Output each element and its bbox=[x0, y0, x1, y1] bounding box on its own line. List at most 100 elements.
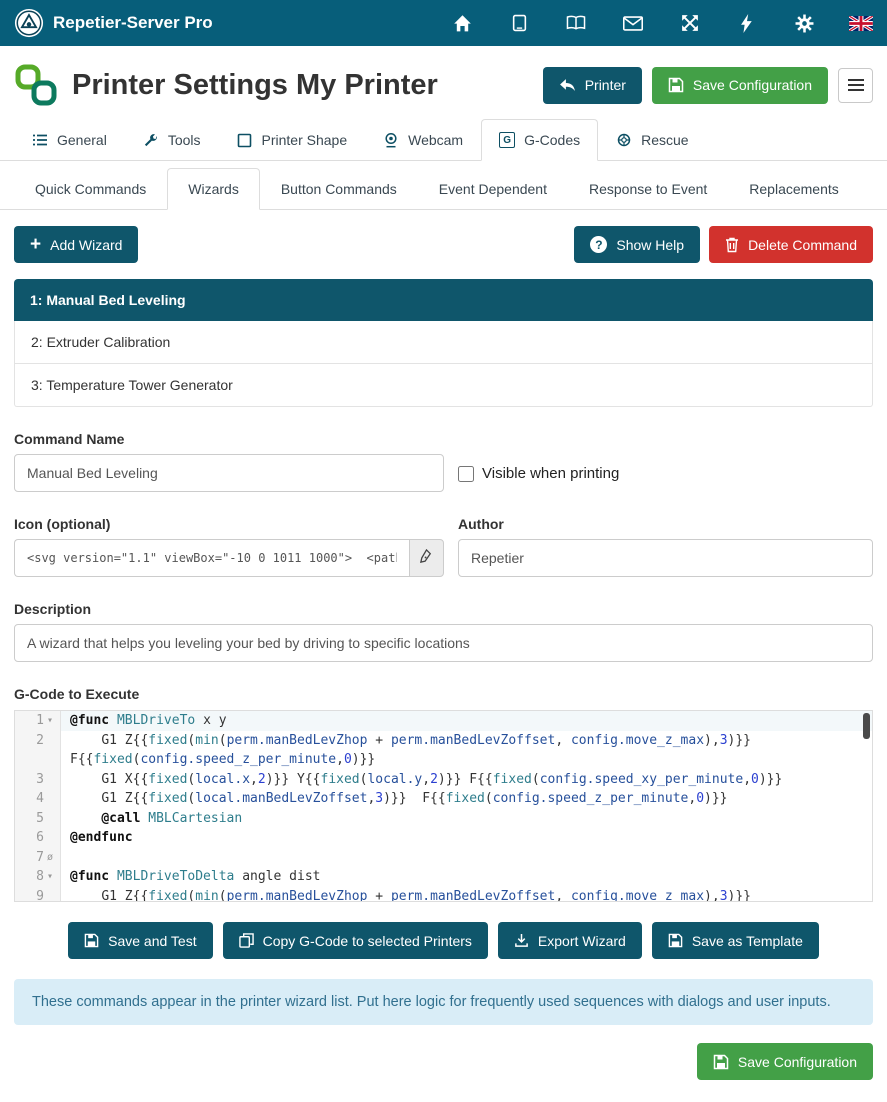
fold-marker-icon[interactable]: ▾ bbox=[47, 867, 58, 887]
tab-label: Webcam bbox=[408, 132, 463, 148]
editor-line[interactable]: 6@endfunc bbox=[15, 828, 872, 848]
screen-icon[interactable] bbox=[507, 13, 531, 33]
tab-printer-shape[interactable]: Printer Shape bbox=[219, 119, 366, 161]
tab-label: G-Codes bbox=[524, 132, 580, 148]
subtab-label: Wizards bbox=[188, 181, 239, 197]
fold-marker-icon[interactable]: ▾ bbox=[47, 711, 58, 731]
delete-command-label: Delete Command bbox=[748, 237, 857, 253]
icon-label: Icon (optional) bbox=[14, 516, 444, 532]
list-item-extruder-calibration[interactable]: 2: Extruder Calibration bbox=[14, 321, 873, 364]
description-input[interactable] bbox=[14, 624, 873, 662]
download-icon bbox=[514, 933, 529, 948]
editor-line[interactable]: 7ø bbox=[15, 848, 872, 868]
save-icon bbox=[668, 933, 683, 948]
delete-command-button[interactable]: Delete Command bbox=[709, 226, 873, 263]
save-configuration-button-bottom[interactable]: Save Configuration bbox=[697, 1043, 873, 1080]
editor-line[interactable]: 8▾@func MBLDriveToDelta angle dist bbox=[15, 867, 872, 887]
editor-gutter: 2 bbox=[15, 731, 61, 770]
list-item-manual-bed-leveling[interactable]: 1: Manual Bed Leveling bbox=[14, 279, 873, 321]
wizard-action-buttons: Save and Test Copy G-Code to selected Pr… bbox=[14, 922, 873, 959]
editor-gutter: 3 bbox=[15, 770, 61, 790]
visible-when-printing-checkbox[interactable] bbox=[458, 466, 474, 482]
pen-nib-icon bbox=[419, 549, 434, 567]
webcam-icon bbox=[383, 132, 399, 148]
wizard-toolbar: + Add Wizard ? Show Help Delete Command bbox=[0, 210, 887, 263]
info-banner: These commands appear in the printer wiz… bbox=[14, 979, 873, 1025]
gcode-icon: G bbox=[499, 132, 515, 148]
show-help-button[interactable]: ? Show Help bbox=[574, 226, 700, 263]
author-input[interactable] bbox=[458, 539, 873, 577]
editor-gutter: 5 bbox=[15, 809, 61, 829]
page-title: Printer Settings My Printer bbox=[72, 69, 529, 102]
expand-arrows-icon[interactable] bbox=[678, 13, 702, 33]
editor-line[interactable]: 5 @call MBLCartesian bbox=[15, 809, 872, 829]
gcode-to-execute-label: G-Code to Execute bbox=[14, 686, 873, 702]
icon-edit-button[interactable] bbox=[409, 539, 444, 577]
list-icon bbox=[32, 132, 48, 148]
brand-title[interactable]: Repetier-Server Pro bbox=[53, 13, 213, 33]
subtab-replacements[interactable]: Replacements bbox=[728, 168, 860, 210]
line-number: 3 bbox=[15, 770, 47, 790]
uk-flag-icon[interactable] bbox=[849, 13, 873, 33]
subtab-quick-commands[interactable]: Quick Commands bbox=[14, 168, 167, 210]
export-wizard-label: Export Wizard bbox=[538, 933, 626, 949]
save-as-template-label: Save as Template bbox=[692, 933, 803, 949]
editor-line[interactable]: 3 G1 X{{fixed(local.x,2)}} Y{{fixed(loca… bbox=[15, 770, 872, 790]
editor-scrollbar-thumb[interactable] bbox=[863, 713, 870, 739]
editor-gutter: 7ø bbox=[15, 848, 61, 868]
tab-webcam[interactable]: Webcam bbox=[365, 119, 481, 161]
gcode-editor-lines: 1▾@func MBLDriveTo x y2 G1 Z{{fixed(min(… bbox=[15, 711, 872, 902]
bolt-icon[interactable] bbox=[735, 13, 759, 33]
list-item-temperature-tower[interactable]: 3: Temperature Tower Generator bbox=[14, 364, 873, 407]
subtab-label: Button Commands bbox=[281, 181, 397, 197]
help-icon: ? bbox=[590, 236, 607, 253]
gcode-editor[interactable]: 1▾@func MBLDriveTo x y2 G1 Z{{fixed(min(… bbox=[14, 710, 873, 902]
navbar-icon-menu bbox=[450, 13, 873, 33]
fold-marker-icon: ø bbox=[47, 848, 58, 868]
subtab-wizards[interactable]: Wizards bbox=[167, 168, 260, 210]
toolbar-right-group: ? Show Help Delete Command bbox=[574, 226, 873, 263]
editor-line[interactable]: 2 G1 Z{{fixed(min(perm.manBedLevZhop + p… bbox=[15, 731, 872, 770]
book-icon[interactable] bbox=[564, 13, 588, 33]
mail-icon[interactable] bbox=[621, 13, 645, 33]
tab-label: Rescue bbox=[641, 132, 688, 148]
copy-icon bbox=[239, 933, 254, 948]
app-logo-icon[interactable] bbox=[14, 8, 44, 38]
command-name-label: Command Name bbox=[14, 431, 444, 447]
show-help-label: Show Help bbox=[616, 237, 684, 253]
tab-tools[interactable]: Tools bbox=[125, 119, 219, 161]
tab-gcodes[interactable]: G G-Codes bbox=[481, 119, 598, 161]
tab-general[interactable]: General bbox=[14, 119, 125, 161]
editor-line[interactable]: 1▾@func MBLDriveTo x y bbox=[15, 711, 872, 731]
tab-label: General bbox=[57, 132, 107, 148]
tab-rescue[interactable]: Rescue bbox=[598, 119, 706, 161]
wrench-icon bbox=[143, 132, 159, 148]
hamburger-menu-button[interactable] bbox=[838, 68, 873, 103]
line-number: 9 bbox=[15, 887, 47, 903]
home-icon[interactable] bbox=[450, 13, 474, 33]
author-label: Author bbox=[458, 516, 873, 532]
subtab-button-commands[interactable]: Button Commands bbox=[260, 168, 418, 210]
subtab-response-to-event[interactable]: Response to Event bbox=[568, 168, 728, 210]
editor-line[interactable]: 9 G1 Z{{fixed(min(perm.manBedLevZhop + p… bbox=[15, 887, 872, 903]
printer-button[interactable]: Printer bbox=[543, 67, 642, 104]
bottom-save-row: Save Configuration bbox=[14, 1043, 873, 1080]
add-wizard-button[interactable]: + Add Wizard bbox=[14, 226, 138, 263]
copy-gcode-button[interactable]: Copy G-Code to selected Printers bbox=[223, 922, 488, 959]
command-name-input[interactable] bbox=[14, 454, 444, 492]
wizard-form: Command Name Visible when printing Icon … bbox=[0, 407, 887, 702]
editor-gutter: 1▾ bbox=[15, 711, 61, 731]
save-icon bbox=[713, 1054, 729, 1070]
export-wizard-button[interactable]: Export Wizard bbox=[498, 922, 642, 959]
gear-icon[interactable] bbox=[792, 13, 816, 33]
top-navbar: Repetier-Server Pro bbox=[0, 0, 887, 46]
editor-line[interactable]: 4 G1 Z{{fixed(local.manBedLevZoffset,3)}… bbox=[15, 789, 872, 809]
save-configuration-button-top[interactable]: Save Configuration bbox=[652, 67, 828, 104]
tab-label: Printer Shape bbox=[262, 132, 348, 148]
subtab-event-dependent[interactable]: Event Dependent bbox=[418, 168, 568, 210]
save-as-template-button[interactable]: Save as Template bbox=[652, 922, 819, 959]
editor-gutter: 9 bbox=[15, 887, 61, 903]
icon-svg-input[interactable] bbox=[14, 539, 409, 577]
save-and-test-button[interactable]: Save and Test bbox=[68, 922, 212, 959]
visible-when-printing-label: Visible when printing bbox=[482, 465, 619, 482]
